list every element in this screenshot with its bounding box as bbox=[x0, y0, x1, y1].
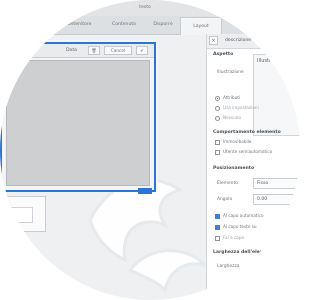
option-immovibabile: Immovibabile bbox=[223, 139, 252, 144]
option-fai-a-capo: Fai a capo bbox=[223, 235, 245, 240]
tab-contenitore[interactable]: Contenitore bbox=[56, 19, 100, 31]
section-aspetto: Aspetto bbox=[213, 52, 234, 57]
checkbox-semiautomatico[interactable] bbox=[215, 150, 220, 155]
checkbox-immovibabile[interactable] bbox=[215, 140, 220, 145]
confirm-button[interactable]: ✔ bbox=[136, 46, 148, 55]
checkbox-al-capo-automatico[interactable] bbox=[215, 214, 220, 219]
checkbox-al-capo-testo[interactable] bbox=[215, 225, 220, 230]
radio-usa-impostazioni[interactable] bbox=[215, 106, 220, 111]
checkbox-fai-a-capo[interactable] bbox=[215, 236, 220, 241]
section-comportamento: Comportamento elemento bbox=[213, 130, 281, 135]
selected-object-frame[interactable]: Dota 🗑 Cancel ✔ bbox=[0, 42, 156, 192]
tab-disporre[interactable]: Disporre bbox=[148, 19, 178, 31]
option-semiautomatico: Utente semiautomatico bbox=[223, 149, 273, 154]
panel-title: descrizione bbox=[225, 38, 252, 43]
secondary-frame[interactable] bbox=[4, 196, 46, 232]
angle-label: Angolo bbox=[217, 197, 233, 202]
toolbar-top-label[interactable]: testo bbox=[130, 2, 160, 14]
object-toolbar: Dota 🗑 Cancel ✔ bbox=[2, 44, 154, 58]
section-larghezza: Larghezza dell'elemento bbox=[213, 250, 277, 255]
close-icon[interactable]: × bbox=[209, 36, 218, 45]
panel-header: × descrizione bbox=[207, 34, 300, 49]
elemento-label: Elemento bbox=[217, 181, 238, 186]
aspetto-preview-field[interactable]: Illustrazione bbox=[253, 54, 300, 136]
cancel-button[interactable]: Cancel bbox=[104, 46, 132, 55]
radio-nessuno[interactable] bbox=[215, 116, 220, 121]
secondary-frame-inner bbox=[11, 207, 33, 223]
radio-attributi[interactable] bbox=[215, 96, 220, 101]
screenshot-stage: testo Contenitore Contenuto Disporre Lay… bbox=[0, 0, 300, 300]
resize-handle[interactable] bbox=[138, 188, 152, 194]
option-attributi: Attributi bbox=[223, 95, 241, 100]
aspetto-label: Illustrazione bbox=[217, 70, 244, 75]
option-usa-impostazioni: Usa impostazioni bbox=[223, 105, 259, 110]
angle-input[interactable]: 0.00 bbox=[253, 194, 300, 205]
ribbon-tabs: Contenitore Contenuto Disporre Layout bbox=[0, 16, 300, 35]
top-toolbar: testo bbox=[0, 0, 300, 17]
tab-layout[interactable]: Layout bbox=[180, 17, 222, 35]
object-preview-area[interactable] bbox=[6, 60, 150, 186]
larghezza-label: Larghezza bbox=[217, 264, 240, 269]
tab-contenuto[interactable]: Contenuto bbox=[104, 19, 144, 31]
properties-panel: × descrizione Aspetto Illustrazione Illu… bbox=[206, 34, 300, 300]
object-title: Dota bbox=[66, 48, 77, 53]
option-al-capo-automatico: Al capo automatico bbox=[223, 213, 264, 218]
option-al-capo-testo: Al capo testo su bbox=[223, 224, 257, 229]
option-nessuno: Nessuno bbox=[223, 115, 241, 120]
section-posizionamento: Posizionamento bbox=[213, 166, 255, 171]
delete-button[interactable]: 🗑 bbox=[88, 46, 100, 55]
position-select[interactable]: Fisso bbox=[253, 178, 300, 189]
aspetto-field-text: Illustrazione bbox=[257, 58, 288, 64]
